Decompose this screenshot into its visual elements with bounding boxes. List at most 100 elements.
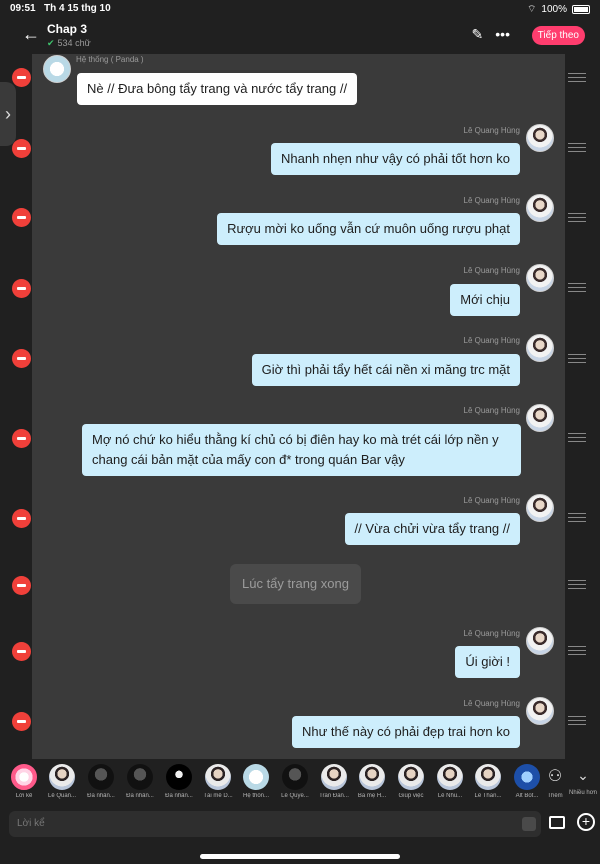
more-icon[interactable]: ••• xyxy=(495,26,510,43)
character-item[interactable]: Đa nhân... xyxy=(82,764,120,799)
character-avatar xyxy=(282,764,308,790)
character-avatar xyxy=(359,764,385,790)
avatar xyxy=(526,494,554,522)
delete-icon[interactable] xyxy=(12,208,31,227)
avatar xyxy=(43,55,71,83)
more-label: Nhiều hơn xyxy=(569,790,597,796)
delete-icon[interactable] xyxy=(12,429,31,448)
battery-percent: 100% xyxy=(541,4,567,15)
delete-icon[interactable] xyxy=(12,712,31,731)
battery-icon xyxy=(572,5,590,14)
chevron-down-icon: ⌄ xyxy=(577,767,589,783)
character-item[interactable]: Lê Quan... xyxy=(43,764,81,799)
status-bar: 09:51 Th 4 15 thg 10 ⌔ 100% xyxy=(0,0,600,18)
character-item[interactable]: Lê Quyế... xyxy=(276,764,314,799)
editor-header: ← Chap 3 ✔ 534 chữ ✎ ••• Tiếp theo xyxy=(0,18,600,54)
speaker-name: Hệ thống ( Panda ) xyxy=(76,55,144,64)
message-bubble[interactable]: Mợ nó chứ ko hiểu thằng kí chủ có bị điê… xyxy=(82,424,521,476)
character-avatar xyxy=(49,764,75,790)
more-characters-button[interactable]: ⌄ Nhiều hơn xyxy=(566,764,600,798)
plus-icon[interactable]: + xyxy=(577,813,595,831)
character-item[interactable]: Đa nhân... xyxy=(121,764,159,799)
character-item[interactable]: Trần Đăn... xyxy=(315,764,353,799)
character-avatar xyxy=(475,764,501,790)
speaker-name: Lê Quang Hùng xyxy=(463,496,521,505)
wifi-icon: ⌔ xyxy=(527,4,537,15)
pencil-icon[interactable]: ✎ xyxy=(472,26,484,43)
speaker-name: Lê Quang Hùng xyxy=(463,126,521,135)
message-bubble[interactable]: Rượu mời ko uống vẫn cứ muôn uống rượu p… xyxy=(217,213,520,245)
narration-bubble[interactable]: Lúc tẩy trang xong xyxy=(230,564,361,604)
input-action-icon[interactable] xyxy=(522,817,536,831)
word-count-text: 534 chữ xyxy=(57,38,91,48)
speaker-name: Lê Quang Hùng xyxy=(463,699,521,708)
speaker-name: Lê Quang Hùng xyxy=(463,336,521,345)
avatar xyxy=(526,627,554,655)
drag-handle-icon[interactable] xyxy=(568,143,586,153)
character-item[interactable]: Hệ thốn... xyxy=(237,764,275,799)
drag-handle-icon[interactable] xyxy=(568,73,586,83)
image-icon[interactable] xyxy=(549,816,565,829)
drag-handle-icon[interactable] xyxy=(568,433,586,443)
next-button[interactable]: Tiếp theo xyxy=(531,26,585,45)
drag-handle-icon[interactable] xyxy=(568,646,586,656)
character-label: Lê Than... xyxy=(474,793,502,799)
character-label: Lời kể xyxy=(15,793,33,799)
message-bubble[interactable]: // Vừa chửi vừa tẩy trang // xyxy=(344,513,520,545)
avatar xyxy=(526,697,554,725)
delete-icon[interactable] xyxy=(12,509,31,528)
header-icons: ✎ ••• xyxy=(472,26,510,43)
avatar xyxy=(526,264,554,292)
delete-icon[interactable] xyxy=(12,576,31,595)
delete-icon[interactable] xyxy=(12,139,31,158)
status-right: ⌔ 100% xyxy=(527,3,590,16)
character-item[interactable]: Ba mẹ H... xyxy=(353,764,391,799)
drag-handle-icon[interactable] xyxy=(568,716,586,726)
character-avatar xyxy=(321,764,347,790)
status-time: 09:51 xyxy=(10,3,36,14)
character-item[interactable]: Giúp việc xyxy=(392,764,430,799)
message-bubble[interactable]: Nè // Đưa bông tẩy trang và nước tẩy tra… xyxy=(77,73,358,105)
status-date: Th 4 15 thg 10 xyxy=(44,3,111,14)
message-bubble[interactable]: Úi giời ! xyxy=(455,646,520,678)
avatar xyxy=(526,124,554,152)
back-arrow-icon[interactable]: ← xyxy=(22,24,40,45)
drag-handle-icon[interactable] xyxy=(568,580,586,590)
bottom-bar: Lời kể Lê Quan... Đa nhân... Đa nhân... … xyxy=(0,759,600,864)
message-bubble[interactable]: Nhanh nhẹn như vậy có phải tốt hơn ko xyxy=(271,143,520,175)
delete-icon[interactable] xyxy=(12,642,31,661)
speaker-name: Lê Quang Hùng xyxy=(463,406,521,415)
message-bubble[interactable]: Như thế này có phải đẹp trai hơn ko xyxy=(291,716,520,748)
avatar xyxy=(526,194,554,222)
message-bubble[interactable]: Giờ thì phải tẩy hết cái nền xi măng trc… xyxy=(251,354,520,386)
character-label: Lê Quyế... xyxy=(281,793,309,799)
character-label: Hệ thốn... xyxy=(242,793,269,799)
drag-handle-icon[interactable] xyxy=(568,283,586,293)
drag-handle-icon[interactable] xyxy=(568,354,586,364)
home-indicator xyxy=(200,854,400,859)
character-item[interactable]: Lê Than... xyxy=(469,764,507,799)
drag-handle-icon[interactable] xyxy=(568,513,586,523)
character-label: Đa nhân... xyxy=(87,793,115,799)
character-item[interactable]: Tài mê D... xyxy=(199,764,237,799)
drag-handle-icon[interactable] xyxy=(568,213,586,223)
character-item[interactable]: Lê Nhu... xyxy=(431,764,469,799)
character-label: Lê Nhu... xyxy=(437,793,463,799)
character-narrator[interactable]: Lời kể xyxy=(5,764,43,799)
character-item[interactable]: Đa nhân... xyxy=(160,764,198,799)
character-label: Tài mê D... xyxy=(203,793,233,799)
character-avatar xyxy=(127,764,153,790)
message-input[interactable]: Lời kể xyxy=(9,811,541,837)
character-avatar xyxy=(243,764,269,790)
delete-icon[interactable] xyxy=(12,279,31,298)
drawer-toggle-icon[interactable]: › xyxy=(0,82,16,146)
message-bubble[interactable]: Mới chịu xyxy=(450,284,520,316)
speaker-name: Lê Quang Hùng xyxy=(463,266,521,275)
narrator-icon xyxy=(11,764,37,790)
word-count: ✔ 534 chữ xyxy=(47,38,91,49)
character-label: Ba mẹ H... xyxy=(357,793,387,799)
delete-icon[interactable] xyxy=(12,68,31,87)
delete-icon[interactable] xyxy=(12,349,31,368)
speaker-name: Lê Quang Hùng xyxy=(463,629,521,638)
character-avatar xyxy=(88,764,114,790)
